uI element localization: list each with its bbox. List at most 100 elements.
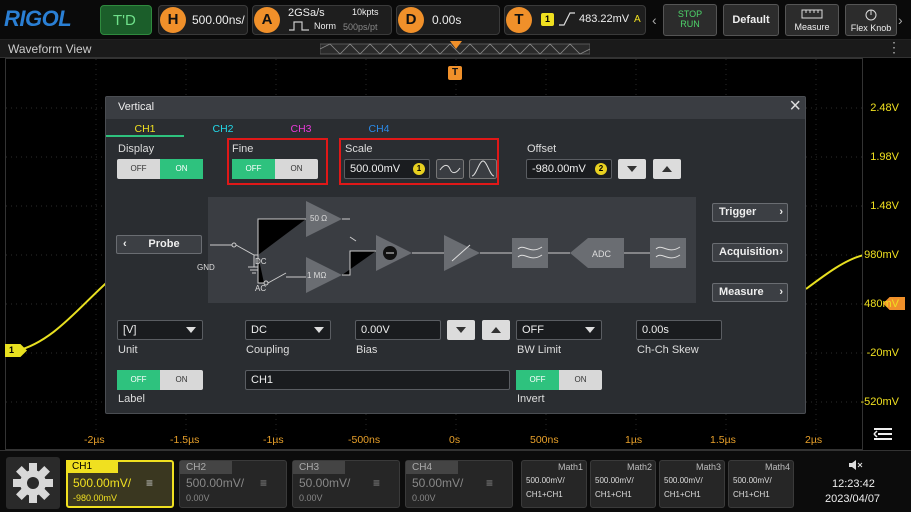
math3-name: Math3: [695, 462, 721, 472]
trigger-link-button[interactable]: Trigger ›: [712, 203, 788, 222]
close-icon[interactable]: ×: [789, 95, 801, 118]
tab-ch4[interactable]: CH4: [340, 121, 418, 137]
dc-label: DC: [255, 257, 267, 266]
mode-indicator[interactable]: T'D: [100, 5, 152, 35]
offset-input[interactable]: -980.00mV 2: [526, 159, 612, 179]
toggle-off-label: OFF: [232, 159, 275, 179]
toggle-on-label: ON: [574, 375, 587, 384]
invert-toggle[interactable]: OFF ON: [516, 370, 602, 390]
dropdown-icon: [314, 327, 324, 333]
dc-coupling-icon: ≡: [373, 476, 381, 490]
ch1-name: CH1: [66, 460, 118, 473]
probe-button[interactable]: ‹ Probe: [116, 235, 202, 254]
top-toolbar: RIGOL T'D H 500.00ns/ A 2GSa/s 10kpts No…: [0, 0, 911, 40]
math1-status[interactable]: Math1 500.00mV/ CH1+CH1: [521, 460, 587, 508]
offset-up-button[interactable]: [653, 159, 681, 179]
default-button[interactable]: Default: [723, 4, 779, 36]
ch4-status[interactable]: CH4 50.00mV/ 0.00V ≡: [405, 460, 513, 508]
x-label: -500ns: [348, 434, 381, 446]
ch3-status[interactable]: CH3 50.00mV/ 0.00V ≡: [292, 460, 400, 508]
bias-down-button[interactable]: [447, 320, 475, 340]
tab-ch1[interactable]: CH1: [106, 121, 184, 137]
y-label: 2.48V: [870, 102, 899, 114]
run-stop-button[interactable]: STOP RUN: [663, 4, 717, 36]
scale-input[interactable]: 500.00mV 1: [344, 159, 430, 179]
coupling-label: Coupling: [246, 344, 290, 356]
chevron-left-icon: ‹: [123, 238, 127, 250]
ch4-offset: 0.00V: [412, 493, 436, 503]
skew-input[interactable]: 0.00s: [636, 320, 722, 340]
x-label: 2µs: [805, 434, 823, 446]
math4-name: Math4: [764, 462, 790, 472]
dc-coupling-icon: ≡: [486, 476, 494, 490]
memory-depth: 10kpts: [352, 7, 379, 17]
offset-down-button[interactable]: [618, 159, 646, 179]
measure-button[interactable]: Measure: [785, 4, 839, 36]
clock-date: 2023/04/07: [825, 493, 881, 505]
bias-up-button[interactable]: [482, 320, 510, 340]
toggle-off-label: OFF: [117, 370, 160, 390]
acquisition-link-button[interactable]: Acquisition ›: [712, 243, 788, 262]
flex-knob-label: Flex Knob: [850, 23, 892, 33]
coarse-wave-icon[interactable]: [436, 159, 464, 179]
label-input[interactable]: CH1: [245, 370, 510, 390]
dc-coupling-icon: ≡: [146, 476, 154, 490]
knob-badge: 2: [595, 163, 607, 175]
ch3-scale: 50.00mV/: [299, 476, 351, 490]
delay-icon: D: [398, 7, 424, 33]
x-label: 1.5µs: [710, 434, 736, 446]
x-label: 1µs: [625, 434, 643, 446]
ch2-name: CH2: [180, 461, 232, 474]
vertical-dialog: Vertical × CH1 CH2 CH3 CH4 Display OFF O…: [105, 95, 806, 414]
label-toggle[interactable]: OFF ON: [117, 370, 203, 390]
display-toggle[interactable]: OFF ON: [117, 159, 203, 179]
x-label: 500ns: [530, 434, 559, 446]
ch1-status[interactable]: CH1 500.00mV/ -980.00mV ≡: [66, 460, 174, 508]
ch2-status[interactable]: CH2 500.00mV/ 0.00V ≡: [179, 460, 287, 508]
pulse-icon: [289, 21, 309, 31]
math2-source: CH1+CH1: [595, 490, 632, 499]
dialog-title: Vertical: [118, 101, 155, 113]
bw-limit-value: OFF: [522, 324, 544, 336]
math4-status[interactable]: Math4 500.00mV/ CH1+CH1: [728, 460, 794, 508]
tab-ch3[interactable]: CH3: [262, 121, 340, 137]
stop-label: STOP: [677, 9, 703, 19]
unit-select[interactable]: [V]: [117, 320, 203, 340]
chevron-left-icon[interactable]: ‹: [652, 12, 657, 28]
knob-badge: 1: [413, 163, 425, 175]
offset-label: Offset: [527, 143, 557, 155]
delay-value: 0.00s: [432, 13, 462, 27]
caret-up-icon: [662, 166, 672, 172]
waveform-menu-icon[interactable]: ⋮: [887, 39, 901, 56]
fine-wave-icon[interactable]: [469, 159, 497, 179]
x-label: -1.5µs: [170, 434, 200, 446]
skew-value: 0.00s: [642, 324, 669, 336]
bias-input[interactable]: 0.00V: [355, 320, 441, 340]
x-label: 0s: [449, 434, 461, 446]
menu-icon[interactable]: [872, 426, 896, 442]
ch1-trace-right: [805, 254, 862, 290]
settings-gear-icon[interactable]: [6, 457, 60, 509]
ch4-name: CH4: [406, 461, 458, 474]
trigger-mode: A: [634, 14, 641, 25]
tab-ch2[interactable]: CH2: [184, 121, 262, 137]
coupling-select[interactable]: DC: [245, 320, 331, 340]
y-label: 1.98V: [870, 151, 899, 163]
horizontal-scale: 500.00ns/: [192, 13, 245, 27]
flex-knob-button[interactable]: Flex Knob: [845, 4, 897, 36]
fine-label: Fine: [232, 143, 254, 155]
math4-scale: 500.00mV/: [733, 476, 772, 485]
fine-toggle[interactable]: OFF ON: [232, 159, 318, 179]
math1-source: CH1+CH1: [526, 490, 563, 499]
dropdown-icon: [585, 327, 595, 333]
knob-icon: [865, 9, 877, 21]
ch1-offset: -980.00mV: [73, 493, 118, 503]
chevron-right-icon[interactable]: ›: [898, 12, 903, 28]
bw-limit-select[interactable]: OFF: [516, 320, 602, 340]
label-label: Label: [118, 393, 145, 405]
speaker-mute-icon[interactable]: [848, 459, 864, 471]
math3-status[interactable]: Math3 500.00mV/ CH1+CH1: [659, 460, 725, 508]
trigger-position-marker[interactable]: T: [448, 66, 462, 80]
measure-link-button[interactable]: Measure ›: [712, 283, 788, 302]
math2-status[interactable]: Math2 500.00mV/ CH1+CH1: [590, 460, 656, 508]
